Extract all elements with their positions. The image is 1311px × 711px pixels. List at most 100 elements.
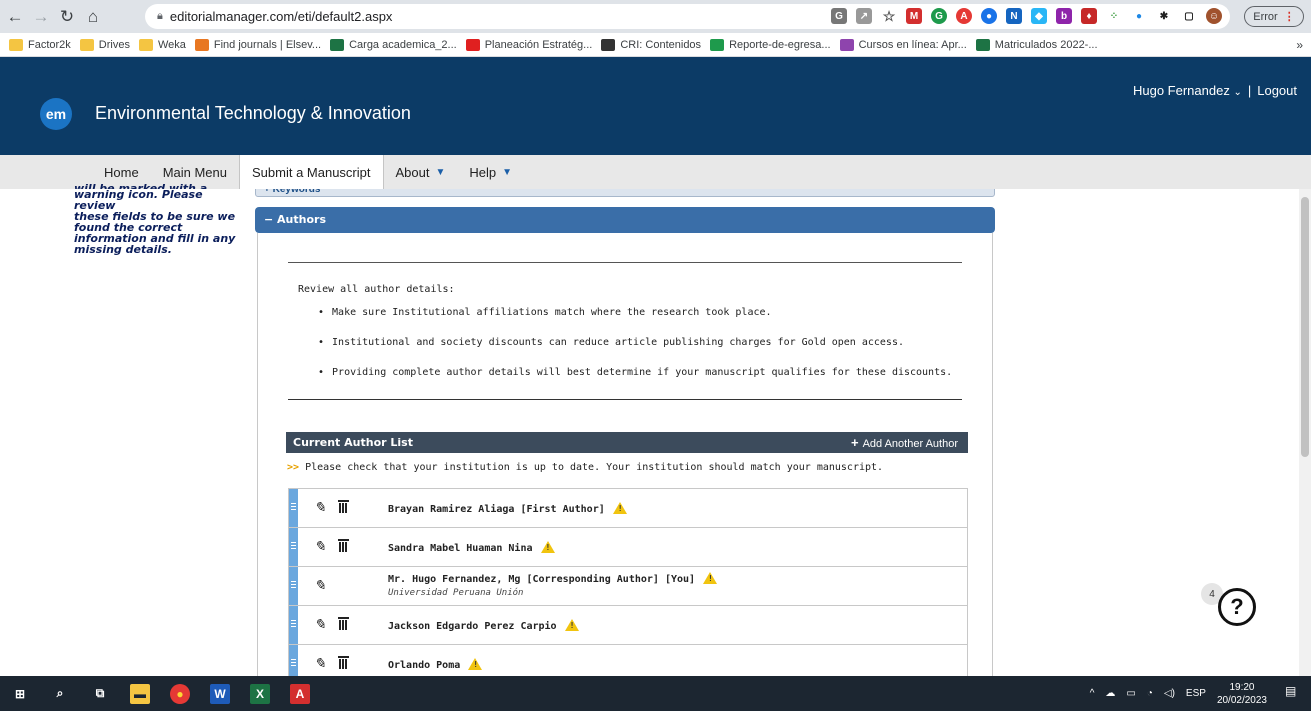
logout-link[interactable]: Logout [1257, 83, 1297, 98]
keywords-section-header[interactable]: + Keywords [255, 189, 995, 197]
warning-icon [612, 502, 627, 514]
extension-green-icon[interactable]: G [931, 8, 947, 24]
windows-start-icon[interactable]: ⊞ [10, 684, 30, 704]
reload-icon[interactable]: ↻ [56, 6, 78, 28]
extension-diamond-icon[interactable]: ◆ [1031, 8, 1047, 24]
author-list-title: Current Author List [293, 436, 413, 449]
site-header: em Environmental Technology & Innovation… [0, 57, 1311, 155]
back-icon[interactable]: ← [4, 6, 26, 28]
drag-handle[interactable] [289, 489, 298, 527]
task-view-icon[interactable]: ⧉ [90, 684, 110, 704]
bookmark-item[interactable]: Carga academica_2... [330, 38, 457, 51]
bookmark-icon [138, 38, 153, 51]
search-icon[interactable]: ⌕ [50, 684, 70, 704]
page-scrollbar[interactable] [1299, 189, 1311, 676]
menu-help[interactable]: Help ▼ [457, 155, 524, 189]
authors-section-header[interactable]: − Authors [255, 207, 995, 233]
onedrive-icon[interactable]: ☁ [1105, 688, 1115, 699]
forward-icon[interactable]: → [30, 6, 52, 28]
address-bar[interactable]: 🔒︎ editorialmanager.com/eti/default2.asp… [145, 4, 1230, 29]
chrome-icon[interactable]: ● [170, 683, 190, 704]
wifi-icon[interactable]: ◔ [1147, 688, 1153, 699]
menu-about[interactable]: About ▼ [384, 155, 458, 189]
profile-avatar-icon[interactable]: ☺ [1206, 8, 1222, 24]
extensions-puzzle-icon[interactable]: ✱ [1156, 8, 1172, 24]
notifications-icon[interactable]: ▤ [1285, 684, 1303, 702]
current-author-list-header: Current Author List + Add Another Author [286, 432, 968, 453]
drag-handle[interactable] [289, 645, 298, 676]
extension-dots-icon[interactable]: ⁘ [1106, 8, 1122, 24]
extension-m-icon[interactable]: M [906, 8, 922, 24]
bookmark-item[interactable]: Planeación Estratég... [465, 38, 593, 51]
excel-icon[interactable]: X [250, 683, 270, 704]
bookmark-label: Planeación Estratég... [484, 38, 593, 51]
home-icon[interactable]: ⌂ [82, 6, 104, 28]
bookmark-item[interactable]: CRI: Contenidos [601, 38, 701, 51]
bookmark-item[interactable]: Drives [79, 38, 130, 51]
author-affiliation: Universidad Peruana Unión [388, 588, 524, 598]
share-icon[interactable]: ↗ [856, 8, 872, 24]
adblock-icon[interactable]: A [956, 8, 972, 24]
help-button[interactable]: ? [1218, 588, 1256, 626]
institution-note: >> Please check that your institution is… [287, 462, 883, 473]
bookmark-item[interactable]: Matriculados 2022-... [975, 38, 1098, 51]
em-logo[interactable]: em [40, 98, 72, 130]
trash-icon[interactable] [338, 656, 349, 669]
extension-icons: G ↗ ☆ M G A ● N ◆ b ♦ ⁘ ● ✱ ▢ ☺ [831, 8, 1222, 24]
extension-drop-icon[interactable]: ● [1131, 8, 1147, 24]
trash-icon[interactable] [338, 500, 349, 513]
extension-b-icon[interactable]: b [1056, 8, 1072, 24]
more-bookmarks-icon[interactable]: » [1296, 38, 1303, 52]
author-name-text: Orlando Poma [388, 660, 461, 671]
warning-icon [703, 572, 718, 584]
add-another-author-button[interactable]: + Add Another Author [851, 432, 958, 455]
left-help-text: will be marked with a warning icon. Plea… [74, 183, 246, 255]
windows-taskbar: ⊞ ⌕ ⧉ ▬ ● W X A ^ ☁ ▭ ◔ ◁) ESP 19:20 20/… [0, 676, 1311, 711]
bookmark-icon [330, 38, 345, 51]
drag-handle[interactable] [289, 528, 298, 566]
author-name-text: Mr. Hugo Fernandez, Mg [Corresponding Au… [388, 574, 696, 585]
acrobat-icon[interactable]: A [290, 683, 310, 704]
bookmark-item[interactable]: Weka [138, 38, 186, 51]
translate-icon[interactable]: G [831, 8, 847, 24]
authors-section-body: Review all author details: Make sure Ins… [257, 233, 993, 676]
user-area: Hugo Fernandez ⌄ | Logout [1133, 83, 1297, 98]
review-intro: Review all author details: [298, 284, 455, 295]
bookmark-label: Cursos en línea: Apr... [858, 38, 967, 51]
bookmark-item[interactable]: Cursos en línea: Apr... [839, 38, 967, 51]
trash-icon[interactable] [338, 539, 349, 552]
trash-icon[interactable] [338, 617, 349, 630]
scroll-thumb[interactable] [1301, 197, 1309, 457]
menu-submit-manuscript[interactable]: Submit a Manuscript [239, 155, 384, 189]
battery-icon[interactable]: ▭ [1126, 688, 1135, 699]
star-icon[interactable]: ☆ [881, 8, 897, 24]
word-icon[interactable]: W [210, 683, 230, 704]
bookmark-item[interactable]: Reporte-de-egresa... [710, 38, 831, 51]
edit-pencil-icon[interactable]: ✎ [314, 538, 326, 555]
file-explorer-icon[interactable]: ▬ [130, 683, 150, 704]
extension-blue-icon[interactable]: ● [981, 8, 997, 24]
user-menu[interactable]: Hugo Fernandez ⌄ [1133, 83, 1242, 98]
drag-handle[interactable] [289, 606, 298, 644]
clock[interactable]: 19:20 20/02/2023 [1217, 681, 1267, 707]
volume-icon[interactable]: ◁) [1164, 688, 1175, 699]
tray-chevron-icon[interactable]: ^ [1090, 688, 1095, 699]
review-bullet: Institutional and society discounts can … [318, 337, 952, 348]
profile-error-button[interactable]: Error ⋮ [1244, 6, 1304, 27]
language-indicator[interactable]: ESP [1186, 688, 1206, 699]
bookmark-item[interactable]: Factor2k [9, 38, 71, 51]
author-name-text: Jackson Edgardo Perez Carpio [388, 621, 557, 632]
drag-handle[interactable] [289, 567, 298, 605]
edit-pencil-icon[interactable]: ✎ [314, 616, 326, 633]
extension-new-icon[interactable]: N [1006, 8, 1022, 24]
bookmark-icon [9, 38, 23, 51]
bookmark-item[interactable]: Find journals | Elsev... [194, 38, 321, 51]
edit-pencil-icon[interactable]: ✎ [314, 577, 326, 594]
extension-red-icon[interactable]: ♦ [1081, 8, 1097, 24]
edit-pencil-icon[interactable]: ✎ [314, 655, 326, 672]
chevron-down-icon: ▼ [502, 166, 513, 178]
edit-pencil-icon[interactable]: ✎ [314, 499, 326, 516]
bookmark-label: Drives [98, 38, 130, 51]
side-panel-icon[interactable]: ▢ [1181, 8, 1197, 24]
error-label: Error [1253, 10, 1278, 23]
